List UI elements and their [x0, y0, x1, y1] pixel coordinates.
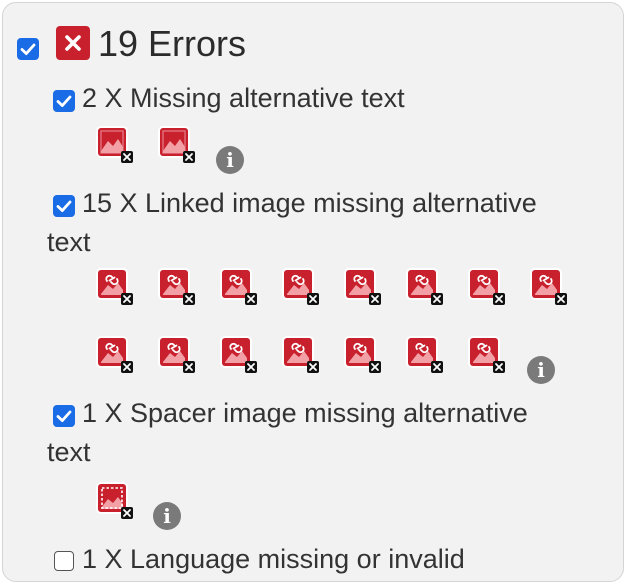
linked-image-error-icon[interactable]	[157, 335, 195, 373]
linked-image-error-icon[interactable]	[467, 335, 505, 373]
linked-image-error-icon[interactable]	[529, 267, 567, 305]
linked-image-error-icon[interactable]	[467, 267, 505, 305]
spacer-image-checkbox[interactable]	[53, 405, 75, 427]
linked-image-error-icon[interactable]	[281, 267, 319, 305]
linked-image-info-icon[interactable]: i	[527, 356, 555, 384]
linked-image-error-icon[interactable]	[281, 335, 319, 373]
linked-image-label-line2: text	[47, 227, 91, 257]
linked-image-error-icon[interactable]	[157, 267, 195, 305]
linked-image-error-icon[interactable]	[343, 267, 381, 305]
errors-summary-checkbox[interactable]	[17, 38, 39, 60]
linked-image-label-line1: 15 X Linked image missing alternative	[82, 188, 537, 218]
spacer-image-label-line2: text	[47, 437, 91, 467]
linked-image-error-icon[interactable]	[219, 335, 257, 373]
image-error-icon[interactable]	[157, 125, 195, 163]
linked-image-error-icon[interactable]	[219, 267, 257, 305]
missing-alt-label: 2 X Missing alternative text	[82, 83, 405, 113]
linked-image-error-icon[interactable]	[95, 335, 133, 373]
linked-image-error-icon[interactable]	[95, 267, 133, 305]
missing-alt-info-icon[interactable]: i	[216, 146, 244, 174]
linked-image-error-icon[interactable]	[405, 267, 443, 305]
error-x-icon	[56, 26, 90, 60]
image-error-icon[interactable]	[95, 125, 133, 163]
missing-alt-checkbox[interactable]	[53, 90, 75, 112]
linked-image-error-icon[interactable]	[405, 335, 443, 373]
language-label: 1 X Language missing or invalid	[82, 544, 465, 574]
errors-panel: 19 Errors 2 X Missing alternative text i…	[2, 2, 624, 582]
spacer-image-error-icon[interactable]	[95, 481, 133, 519]
linked-image-error-icon[interactable]	[343, 335, 381, 373]
linked-image-checkbox[interactable]	[53, 195, 75, 217]
spacer-image-label-line1: 1 X Spacer image missing alternative	[82, 398, 528, 428]
language-checkbox[interactable]	[54, 551, 74, 571]
errors-summary-title: 19 Errors	[98, 23, 247, 64]
spacer-image-info-icon[interactable]: i	[153, 502, 181, 530]
